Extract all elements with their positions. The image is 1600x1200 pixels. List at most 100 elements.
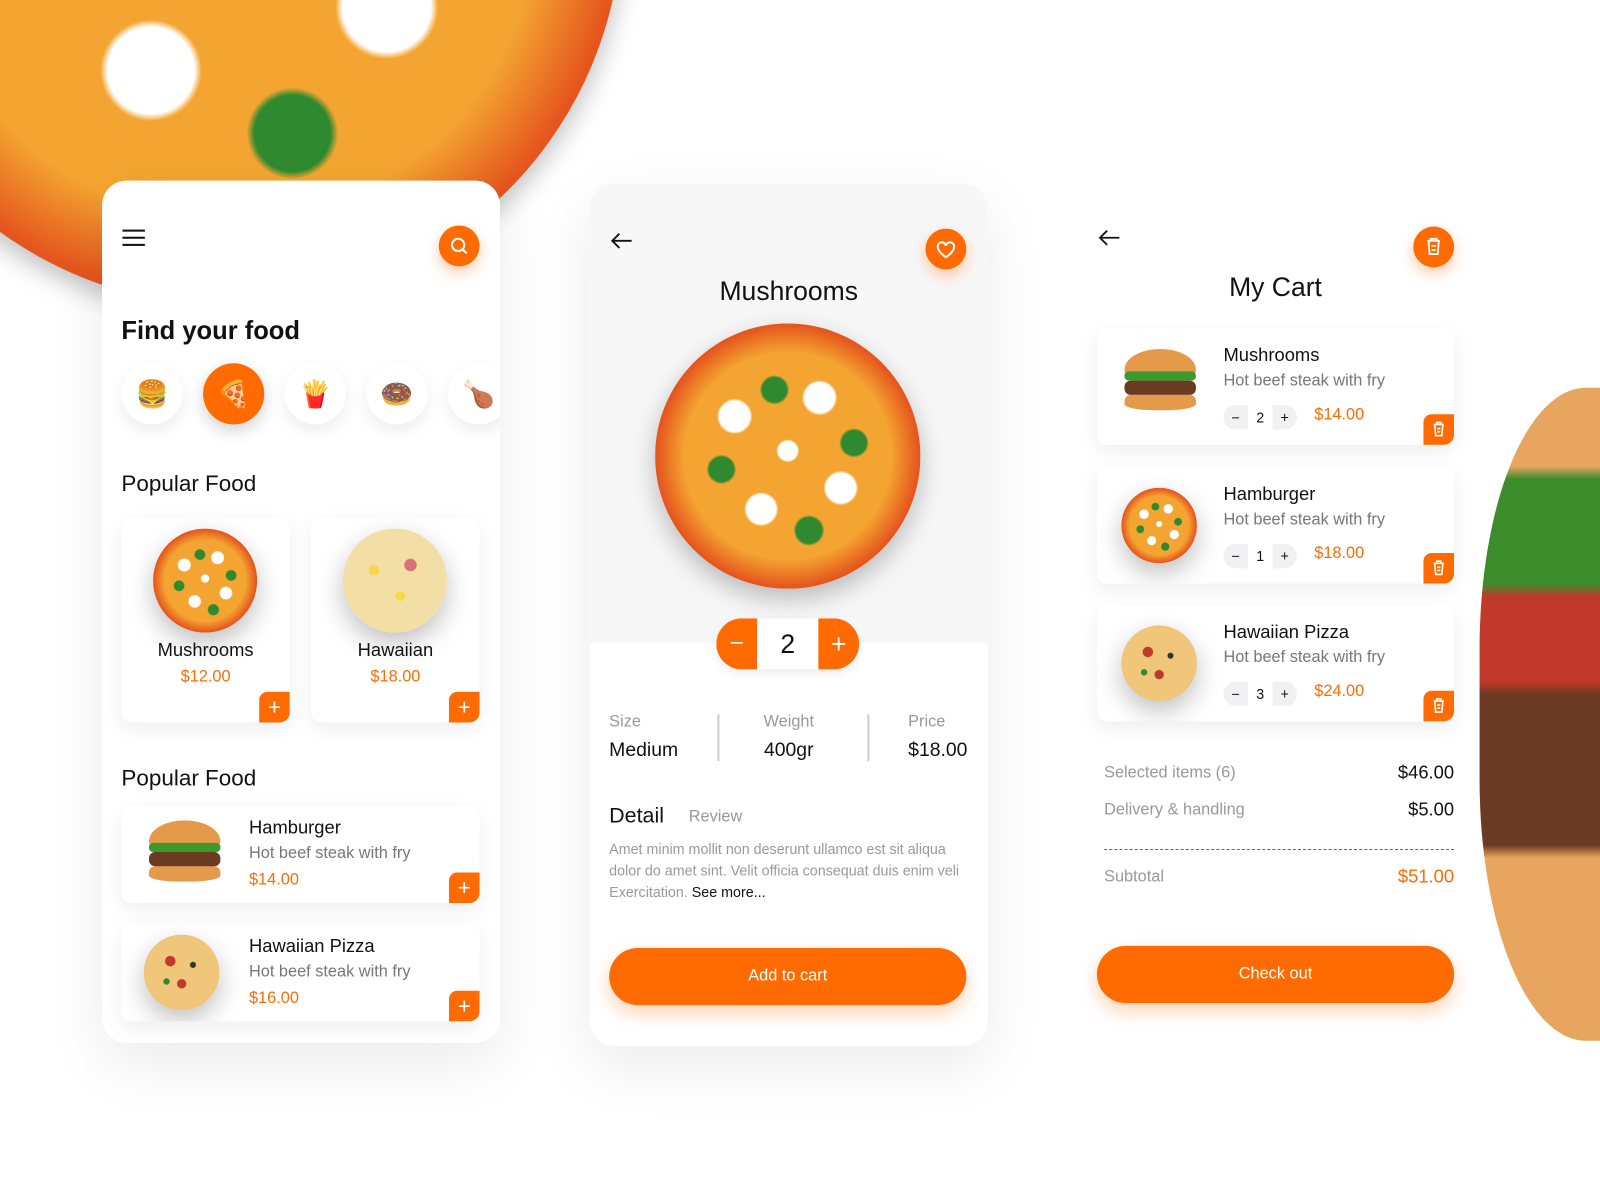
tab-review[interactable]: Review [689,808,743,826]
summary-label: Selected items (6) [1104,764,1236,782]
donut-icon: 🍩 [380,378,414,410]
cart-item: Hamburger Hot beef steak with fry −1 + $1… [1096,466,1455,584]
spec-value: Medium [609,739,679,762]
quantity-value: 2 [1247,405,1273,430]
remove-item-button[interactable] [1423,414,1455,445]
food-desc: Hot beef steak with fry [248,963,411,981]
spec-label: Weight [763,713,815,731]
divider [717,714,720,762]
trash-icon [1433,698,1444,714]
decrease-button[interactable]: − [716,618,758,670]
clear-cart-button[interactable] [1413,226,1455,268]
summary-value: $46.00 [1397,762,1455,783]
hamburger-menu-icon[interactable] [122,229,145,246]
food-list-item[interactable]: Hawaiian Pizza Hot beef steak with fry $… [121,924,480,1022]
tab-detail[interactable]: Detail [609,804,664,828]
item-name: Mushrooms [1223,344,1320,366]
burger-image [144,820,226,885]
item-desc: Hot beef steak with fry [1223,510,1385,529]
checkout-button[interactable]: Check out [1096,945,1455,1004]
food-price: $12.00 [180,668,231,686]
search-icon [451,237,468,255]
category-fries[interactable]: 🍟 [284,363,346,425]
dashed-divider [1104,848,1455,850]
remove-item-button[interactable] [1423,552,1455,584]
food-image [1121,487,1197,563]
food-name: Hawaiian Pizza [248,935,375,957]
category-roast-chicken[interactable]: 🍗 [447,363,500,425]
cart-item: Mushrooms Hot beef steak with fry −2 + $1… [1096,328,1455,445]
product-title: Mushrooms [719,275,859,307]
description: Amet minim mollit non deserunt ullamco e… [609,839,971,903]
spec-label: Price [908,713,946,731]
roast-chicken-icon: 🍗 [462,378,496,410]
remove-item-button[interactable] [1423,690,1455,722]
section-title: Popular Food [121,470,257,496]
section-title: Popular Food [121,765,257,791]
add-button[interactable]: + [448,990,480,1022]
add-button[interactable]: + [448,691,480,723]
item-price: $14.00 [1314,406,1365,424]
page-title: My Cart [1229,271,1322,303]
heart-icon [936,241,956,259]
category-burger[interactable]: 🍔 [121,363,183,425]
decrease-button[interactable]: − [1223,409,1247,425]
add-button[interactable]: + [259,691,290,723]
food-price: $14.00 [248,871,299,889]
quantity-stepper: − 2 + [716,618,860,670]
spec-value: $18.00 [908,739,968,762]
favorite-button[interactable] [925,228,967,270]
food-image [143,934,220,1011]
food-name: Hamburger [248,817,341,838]
subtotal-value: $51.00 [1397,866,1455,887]
subtotal-label: Subtotal [1104,868,1164,886]
increase-button[interactable]: + [1272,547,1296,563]
item-name: Hawaiian Pizza [1223,621,1350,642]
spec-label: Size [609,713,641,731]
description-text: Amet minim mollit non deserunt ullamco e… [609,840,960,900]
quantity-value: 2 [757,618,819,670]
burger-icon: 🍔 [135,378,169,410]
pizza-icon: 🍕 [217,378,251,410]
popular-food-card[interactable]: Mushrooms $12.00 + [121,518,290,723]
detail-screen: Mushrooms − 2 + Size Medium Weight 400gr P… [589,183,988,1046]
category-donut[interactable]: 🍩 [366,363,428,425]
food-image [1121,625,1197,702]
divider [867,714,870,762]
food-desc: Hot beef steak with fry [248,844,411,863]
home-screen: Find your food 🍔 🍕 🍟 🍩 🍗 Popular Food Mushro… [102,180,500,1043]
category-pizza[interactable]: 🍕 [203,363,265,425]
trash-icon [1427,237,1440,255]
add-to-cart-button[interactable]: Add to cart [609,947,967,1006]
spec-value: 400gr [763,739,814,762]
decrease-button[interactable]: − [1223,686,1247,702]
food-list-item[interactable]: Hamburger Hot beef steak with fry $14.00… [121,806,480,904]
food-price: $16.00 [248,989,299,1008]
page-title: Find your food [121,316,300,345]
back-arrow-icon[interactable] [610,231,632,251]
item-price: $18.00 [1314,544,1365,562]
quantity-value: 1 [1247,543,1273,568]
increase-button[interactable]: + [1272,409,1296,425]
trash-icon [1433,421,1444,437]
food-name: Mushrooms [157,639,254,661]
item-quantity-stepper: −2 + [1223,405,1297,430]
item-quantity-stepper: −3 + [1223,681,1297,707]
increase-button[interactable]: + [1272,686,1296,702]
food-name: Hawaiian [357,639,434,661]
summary-label: Delivery & handling [1104,801,1245,819]
item-desc: Hot beef steak with fry [1223,372,1385,390]
add-button[interactable]: + [448,872,480,904]
item-price: $24.00 [1314,682,1365,700]
food-image [153,528,258,633]
see-more-link[interactable]: See more... [692,884,766,900]
search-button[interactable] [438,225,480,267]
cart-screen: My Cart Mushrooms Hot beef steak with fr… [1077,184,1475,1046]
summary-value: $5.00 [1408,798,1455,820]
fries-icon: 🍟 [298,378,332,410]
decrease-button[interactable]: − [1223,547,1247,563]
popular-food-card[interactable]: Hawaiian $18.00 + [311,518,480,723]
back-arrow-icon[interactable] [1098,228,1120,248]
item-desc: Hot beef steak with fry [1223,648,1385,667]
product-image [655,323,921,589]
